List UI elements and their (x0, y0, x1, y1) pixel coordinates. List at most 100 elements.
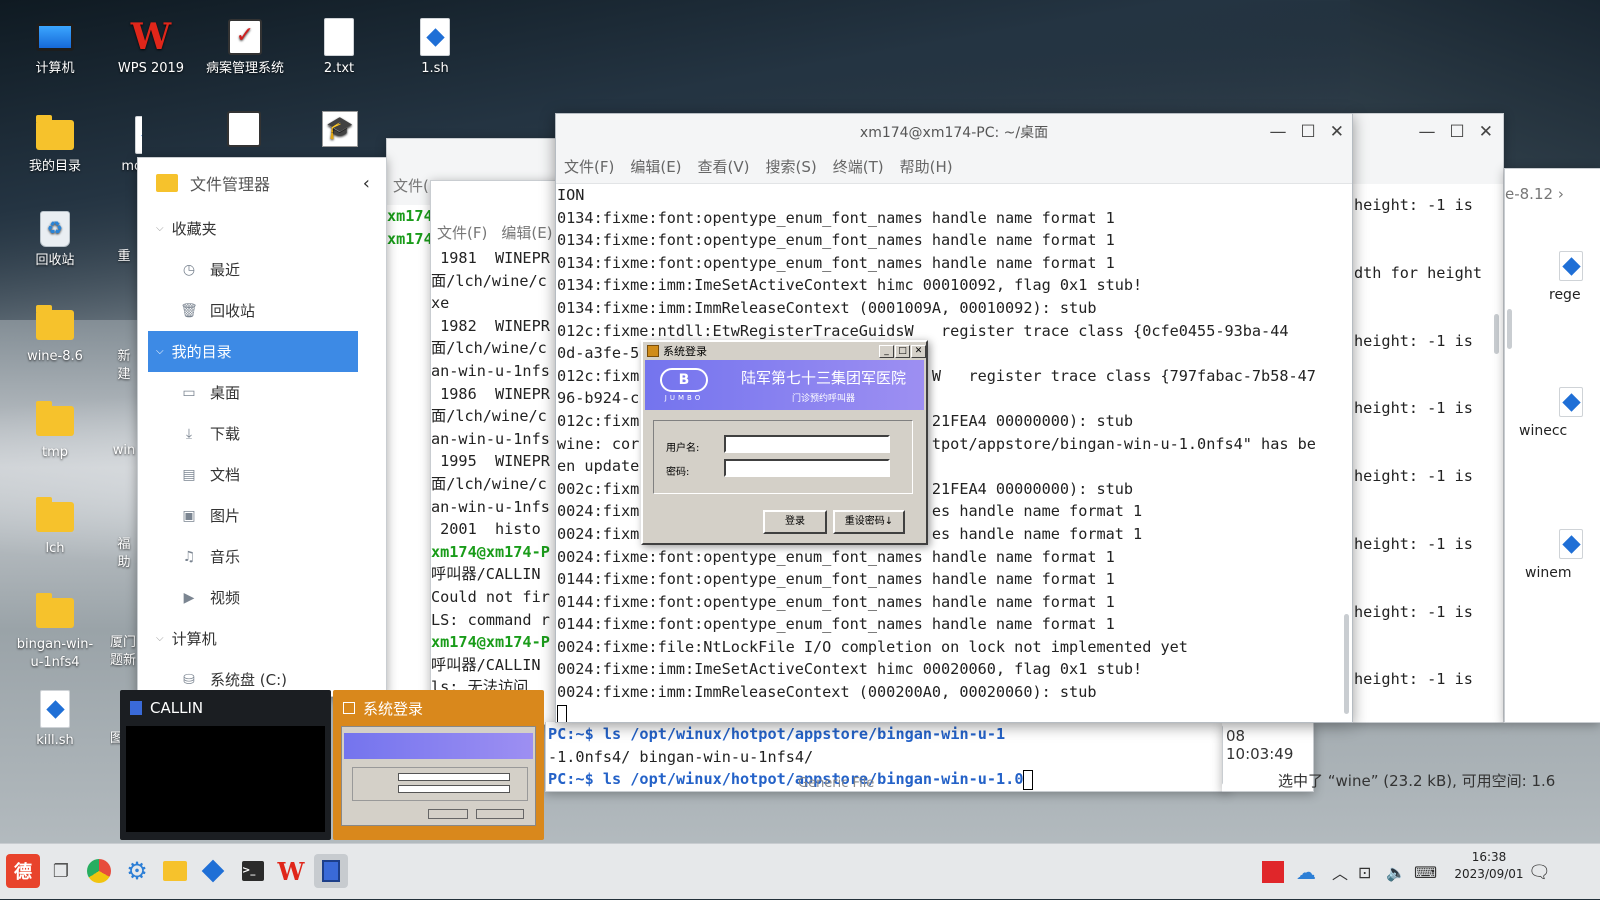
tray-red-indicator[interactable] (1262, 844, 1284, 900)
minimize-icon[interactable]: — (1419, 122, 1436, 142)
desktop-icon-1sh[interactable]: 1.sh (392, 18, 478, 78)
multitask-view-icon[interactable]: ❐ (44, 854, 78, 888)
desktop-icon-xiamen[interactable]: 厦门题新 (110, 634, 136, 670)
desktop-icon-app-b[interactable]: 🎓 (318, 110, 362, 152)
sidebar-item-recent[interactable]: ◷ 最近 (138, 249, 386, 290)
background-terminal-2[interactable]: 文件(F) 编辑(E) 1981 WINEPR 面/lch/wine/c xe … (430, 180, 560, 725)
terminal-line: 0144:fixme:font:opentype_enum_font_names… (557, 615, 1115, 634)
collapse-sidebar-icon[interactable]: ‹ (363, 173, 370, 194)
close-icon[interactable]: ✕ (911, 344, 926, 358)
file-manager-taskbar-icon[interactable] (158, 854, 192, 888)
callin-taskbar-icon[interactable] (314, 854, 348, 888)
sidebar-group-computer[interactable]: ⌵ 计算机 (138, 618, 386, 659)
background-terminal-3[interactable]: PC:~$ ls /opt/winux/hotpot/appstore/bing… (545, 722, 1228, 792)
menu-edit[interactable]: 编辑(E) (501, 222, 552, 243)
cloud-icon[interactable]: ☁ (1296, 844, 1316, 900)
sidebar-item-trash[interactable]: 🗑 回收站 (138, 290, 386, 331)
desktop-icon-bingan[interactable]: bingan-win-u-1nfs4 (12, 593, 98, 672)
sidebar-item-label: 回收站 (210, 302, 256, 320)
menu-file[interactable]: 文件(F) (437, 222, 487, 243)
network-icon[interactable]: ⊡ (1358, 844, 1371, 900)
sidebar-group-my-dir[interactable]: ⌵ 我的目录 (148, 331, 358, 372)
sidebar-item-music[interactable]: ♫ 音乐 (138, 536, 386, 577)
scrollbar[interactable] (1507, 309, 1512, 349)
file-item-winecc[interactable]: winecc (1519, 387, 1583, 439)
file-manager-header: 文件管理器 ‹ (138, 158, 386, 208)
terminal-taskbar-icon[interactable]: >_ (236, 854, 270, 888)
preview-callin[interactable]: CALLIN (120, 690, 331, 840)
scrollbar[interactable] (1494, 314, 1499, 354)
scrollbar[interactable] (1222, 725, 1223, 785)
sidebar-item-desktop[interactable]: ▭ 桌面 (138, 372, 386, 413)
sidebar-item-videos[interactable]: ▶ 视频 (138, 577, 386, 618)
terminal-line: 012c:fixme:ntdll:EtwRegisterTraceGuidsW … (557, 321, 1289, 340)
username-input[interactable] (724, 435, 890, 453)
desktop-icon-app-a[interactable] (222, 110, 266, 152)
desktop-icon-wps[interactable]: W WPS 2019 (108, 18, 194, 78)
reset-password-button[interactable]: 重设密码↓ (833, 510, 905, 534)
file-item-rege[interactable]: rege (1549, 251, 1583, 303)
browser-icon[interactable] (82, 854, 116, 888)
right-window[interactable]: — ☐ ✕ height: -1 is dth for height heigh… (1352, 113, 1504, 723)
minimize-icon[interactable]: — (1270, 122, 1287, 142)
right-file-panel[interactable]: e-8.12 › rege winecc winem (1504, 168, 1600, 723)
desktop-icon-wine86[interactable]: wine-8.6 (12, 305, 98, 366)
desktop-icon-medical-records[interactable]: ✓ 病案管理系统 (202, 18, 288, 78)
maximize-icon[interactable]: □ (895, 344, 910, 358)
desktop-icon-my-dir[interactable]: 我的目录 (12, 115, 98, 176)
close-icon[interactable]: ✕ (1330, 122, 1344, 142)
terminal-line: 呼叫器/CALLIN (431, 565, 541, 584)
breadcrumb[interactable]: e-8.12 › (1505, 169, 1600, 215)
login-form-group: 用户名: 密码: (653, 420, 913, 494)
login-button[interactable]: 登录 (763, 510, 827, 534)
desktop-icon-2txt[interactable]: 2.txt (296, 18, 382, 78)
menu-search[interactable]: 搜索(S) (766, 156, 817, 177)
desktop-icon-tmp[interactable]: tmp (12, 401, 98, 462)
sidebar-item-documents[interactable]: ▤ 文档 (138, 454, 386, 495)
scrollbar[interactable] (1344, 614, 1349, 714)
desktop-icon-recycle-bin[interactable]: ♻ 回收站 (12, 210, 98, 270)
password-input[interactable] (724, 459, 890, 477)
sidebar-item-pictures[interactable]: ▣ 图片 (138, 495, 386, 536)
desktop-icon-win[interactable]: win (112, 424, 136, 460)
maximize-icon[interactable]: ☐ (1450, 122, 1465, 142)
desktop-icon-lch[interactable]: lch (12, 497, 98, 558)
menu-file[interactable]: 文件(F) (564, 156, 614, 177)
menu-edit[interactable]: 编辑(E) (630, 156, 681, 177)
desktop-icon-zhong[interactable]: 重 (112, 226, 136, 266)
file-manager-window[interactable]: 文件管理器 ‹ ⌵ 收藏夹 ◷ 最近 🗑 回收站 ⌵ 我的目录 ▭ 桌面 ⤓ 下… (137, 157, 387, 697)
settings-icon[interactable]: ⚙ (120, 854, 154, 888)
preview-login[interactable]: 系统登录 (333, 690, 544, 840)
menu-terminal[interactable]: 终端(T) (833, 156, 884, 177)
volume-icon[interactable]: 🔈 (1386, 844, 1406, 900)
download-icon: ⤓ (185, 425, 193, 442)
app-store-icon[interactable] (196, 854, 230, 888)
desktop-icon-kill-sh[interactable]: kill.sh (12, 690, 98, 750)
notification-icon[interactable]: 🗨 (1528, 844, 1551, 900)
wps-taskbar-icon[interactable]: W (274, 854, 308, 888)
callin-app-icon (130, 701, 142, 715)
maximize-icon[interactable]: ☐ (1301, 122, 1316, 142)
sidebar-item-downloads[interactable]: ⤓ 下载 (138, 413, 386, 454)
input-method-icon[interactable]: ⌨ (1414, 844, 1437, 900)
menu-view[interactable]: 查看(V) (698, 156, 750, 177)
file-item-winem[interactable]: winem (1525, 529, 1583, 581)
desktop-icon-computer[interactable]: 计算机 (12, 18, 98, 78)
desktop-icon-new[interactable]: 新建 (112, 330, 136, 384)
file-label: rege (1549, 287, 1581, 303)
terminal-line: 0024:fixme:font:opentype_enum_font_names… (557, 547, 1115, 566)
login-dialog-titlebar[interactable]: 系统登录 _ □ ✕ (643, 342, 926, 360)
chevron-up-icon[interactable]: ︿ (1332, 844, 1348, 900)
desktop-icon-label: 病案管理系统 (205, 61, 284, 76)
clock[interactable]: 16:38 2023/09/01 (1454, 849, 1524, 883)
minimize-icon[interactable]: _ (879, 344, 894, 358)
login-dialog[interactable]: 系统登录 _ □ ✕ B JUMBO 陆军第七十三集团军医院 门诊预约呼叫器 用… (641, 340, 928, 545)
sidebar-item-label: 音乐 (210, 548, 241, 566)
hospital-logo: B JUMBO (657, 364, 711, 406)
start-menu-icon[interactable]: 德 (6, 854, 40, 888)
close-icon[interactable]: ✕ (1479, 122, 1493, 142)
menu-help[interactable]: 帮助(H) (900, 156, 953, 177)
desktop-icon-fuzhu[interactable]: 福助 (112, 518, 136, 572)
sidebar-group-favorites[interactable]: ⌵ 收藏夹 (138, 208, 386, 249)
terminal-titlebar[interactable]: xm174@xm174-PC: ~/桌面 — ☐ ✕ (556, 114, 1352, 150)
